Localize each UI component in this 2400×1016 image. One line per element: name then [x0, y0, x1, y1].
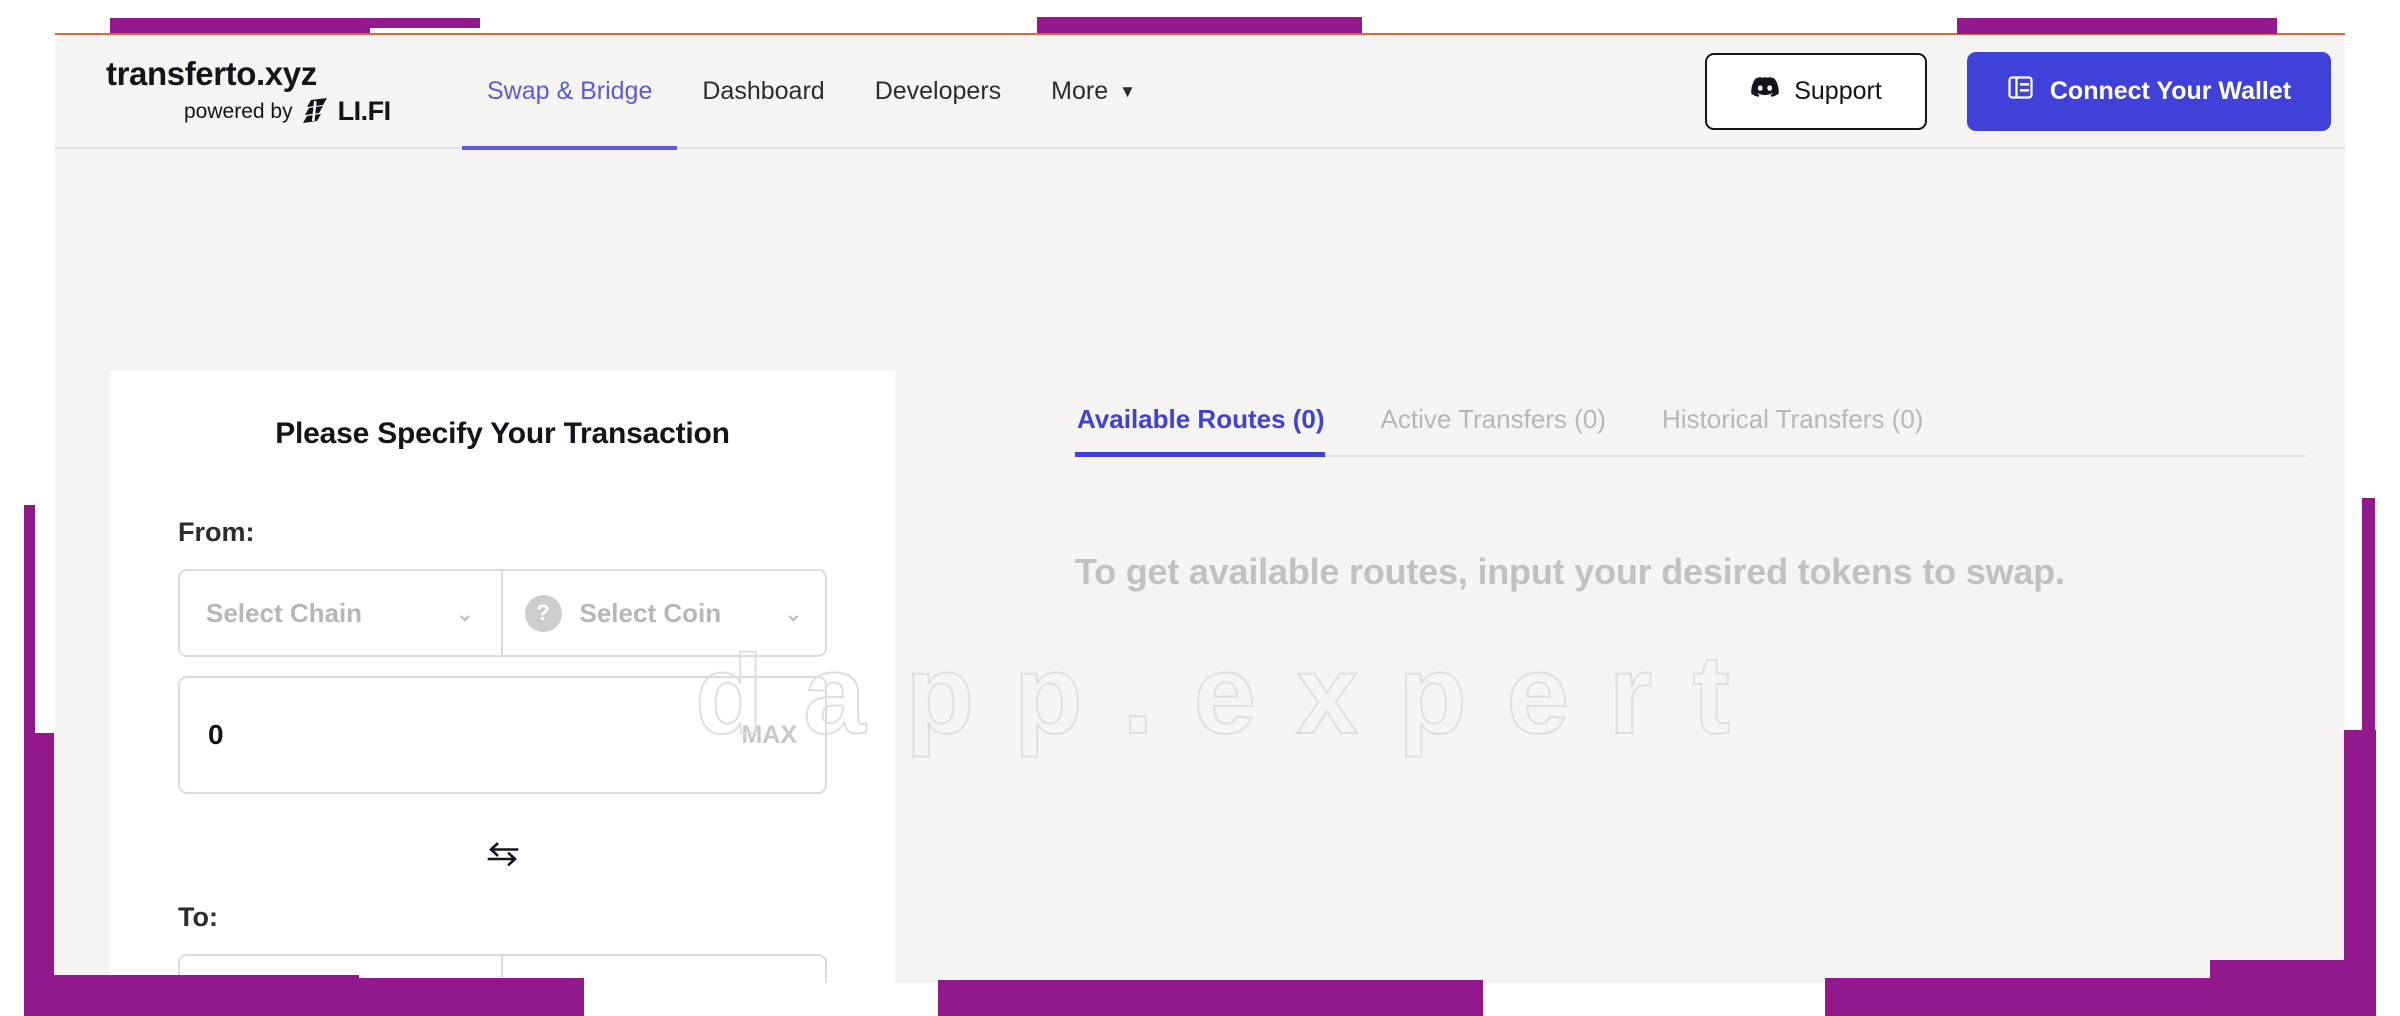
brand-title: transferto.xyz [106, 55, 317, 92]
connect-wallet-label: Connect Your Wallet [2049, 76, 2292, 105]
app-body: dapp.expert Please Specify Your Transact… [55, 149, 2345, 983]
question-mark-icon: ? [524, 594, 562, 632]
tab-active-transfers[interactable]: Active Transfers (0) [1379, 404, 1624, 455]
decor-bar-top-left-2 [110, 18, 480, 28]
tab-label-historical-transfers: Historical Transfers (0) [1661, 404, 1924, 434]
from-chain-placeholder: Select Chain [206, 597, 363, 628]
transaction-card: Please Specify Your Transaction From: Se… [110, 371, 895, 983]
chevron-down-icon: ⌄ [455, 599, 475, 626]
tab-available-routes[interactable]: Available Routes (0) [1075, 404, 1343, 457]
to-label: To: [178, 902, 218, 932]
routes-empty-message: To get available routes, input your desi… [1075, 551, 2065, 592]
support-button-label: Support [1794, 76, 1882, 105]
nav-item-swap-bridge[interactable]: Swap & Bridge [462, 35, 678, 150]
decor-bar-left-thin [24, 505, 35, 737]
tab-label-available-routes: Available Routes (0) [1077, 404, 1325, 434]
app-page: transferto.xyz powered by LI.FI Swap & B… [55, 33, 2345, 983]
chevron-down-icon: ⌄ [783, 599, 803, 626]
nav-label-developers: Developers [874, 76, 1002, 105]
brand-logo[interactable]: transferto.xyz powered by LI.FI [106, 55, 434, 127]
from-coin-select[interactable]: ? Select Coin ⌄ [503, 571, 826, 655]
decor-bar-top-right-2 [1957, 18, 2200, 29]
nav-label-more: More [1051, 76, 1109, 105]
nav-item-more[interactable]: More ▼ [1026, 35, 1161, 148]
decor-bar-top-middle [1037, 17, 1362, 33]
decor-bar-right-wide [2344, 730, 2376, 978]
tab-historical-transfers[interactable]: Historical Transfers (0) [1660, 404, 1942, 455]
card-title: Please Specify Your Transaction [275, 417, 730, 450]
brand-subtitle: powered by LI.FI [106, 96, 434, 127]
connect-wallet-button[interactable]: Connect Your Wallet [1967, 51, 2331, 131]
site-header: transferto.xyz powered by LI.FI Swap & B… [55, 35, 2345, 150]
tab-label-active-transfers: Active Transfers (0) [1380, 404, 1606, 434]
from-label: From: [178, 517, 255, 547]
screenshot-root: transferto.xyz powered by LI.FI Swap & B… [0, 0, 2400, 1016]
routes-panel: Available Routes (0) Active Transfers (0… [1075, 371, 2305, 983]
swap-direction-row [178, 837, 827, 875]
decor-bar-bottom-1 [24, 992, 359, 1016]
max-button[interactable]: MAX [741, 721, 797, 750]
powered-by-label: powered by [184, 99, 293, 123]
from-selectors: Select Chain ⌄ ? Select Coin ⌄ [178, 569, 827, 657]
decor-bar-bottom-4 [938, 980, 1483, 1016]
chevron-down-icon: ▼ [1119, 81, 1136, 101]
lifi-wordmark: LI.FI [337, 96, 392, 126]
lifi-logo-icon [301, 97, 330, 126]
from-amount-field[interactable]: 0 MAX [178, 676, 827, 794]
nav-item-developers[interactable]: Developers [850, 35, 1026, 148]
swap-direction-button[interactable] [481, 837, 525, 875]
to-coin-placeholder: Select Coin [580, 983, 722, 984]
decor-bar-right-thin [2362, 498, 2375, 733]
main-navigation: Swap & Bridge Dashboard Developers More … [462, 35, 1161, 150]
decor-bar-bottom-5 [1825, 978, 2210, 1016]
decor-bar-bottom-3 [359, 978, 584, 1016]
decor-bar-bottom-2 [24, 975, 359, 993]
decor-bar-left-wide [24, 733, 54, 978]
decor-bar-bottom-6 [2210, 960, 2376, 1016]
nav-label-dashboard: Dashboard [702, 76, 825, 105]
from-chain-select[interactable]: Select Chain ⌄ [180, 571, 503, 655]
discord-icon [1750, 76, 1780, 106]
wallet-icon [2007, 74, 2034, 108]
nav-item-dashboard[interactable]: Dashboard [677, 35, 849, 148]
header-actions: Support Connect Your Wallet [1705, 51, 2331, 131]
from-amount-value: 0 [208, 719, 224, 750]
from-coin-placeholder: Select Coin [579, 597, 722, 628]
swap-arrows-icon [486, 841, 520, 872]
nav-label-swap-bridge: Swap & Bridge [487, 76, 653, 105]
routes-tabs: Available Routes (0) Active Transfers (0… [1075, 371, 2305, 457]
support-button[interactable]: Support [1705, 52, 1927, 130]
